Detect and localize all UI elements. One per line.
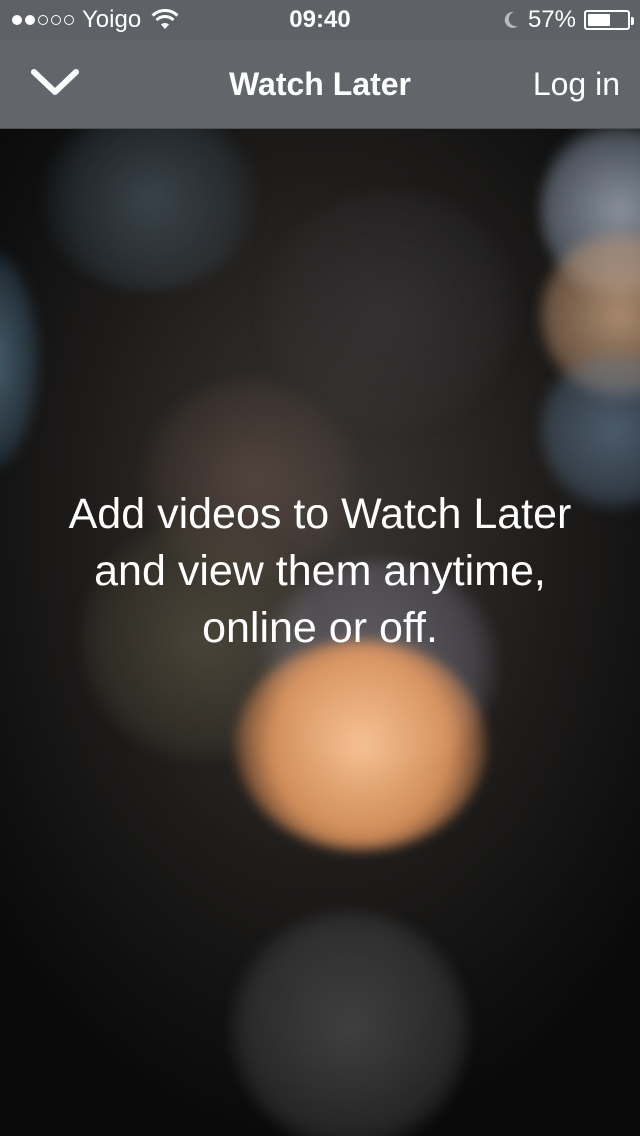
status-right: 57%	[502, 6, 634, 34]
empty-state-message: Add videos to Watch Later and view them …	[20, 486, 620, 657]
battery-fill	[588, 14, 610, 26]
moon-icon	[504, 11, 518, 28]
empty-state-line-1: Add videos to Watch Later	[68, 490, 572, 538]
login-button[interactable]: Log in	[533, 66, 620, 103]
watch-later-screen: Yoigo 09:40 57% Watch Later Log in Add v…	[0, 0, 640, 1136]
battery-icon	[584, 10, 634, 30]
empty-state-line-2: and view them anytime,	[94, 547, 546, 595]
empty-state-line-3: online or off.	[202, 604, 438, 652]
status-bar: Yoigo 09:40 57%	[0, 0, 640, 40]
navigation-bar: Watch Later Log in	[0, 40, 640, 129]
battery-percent: 57%	[527, 6, 576, 33]
